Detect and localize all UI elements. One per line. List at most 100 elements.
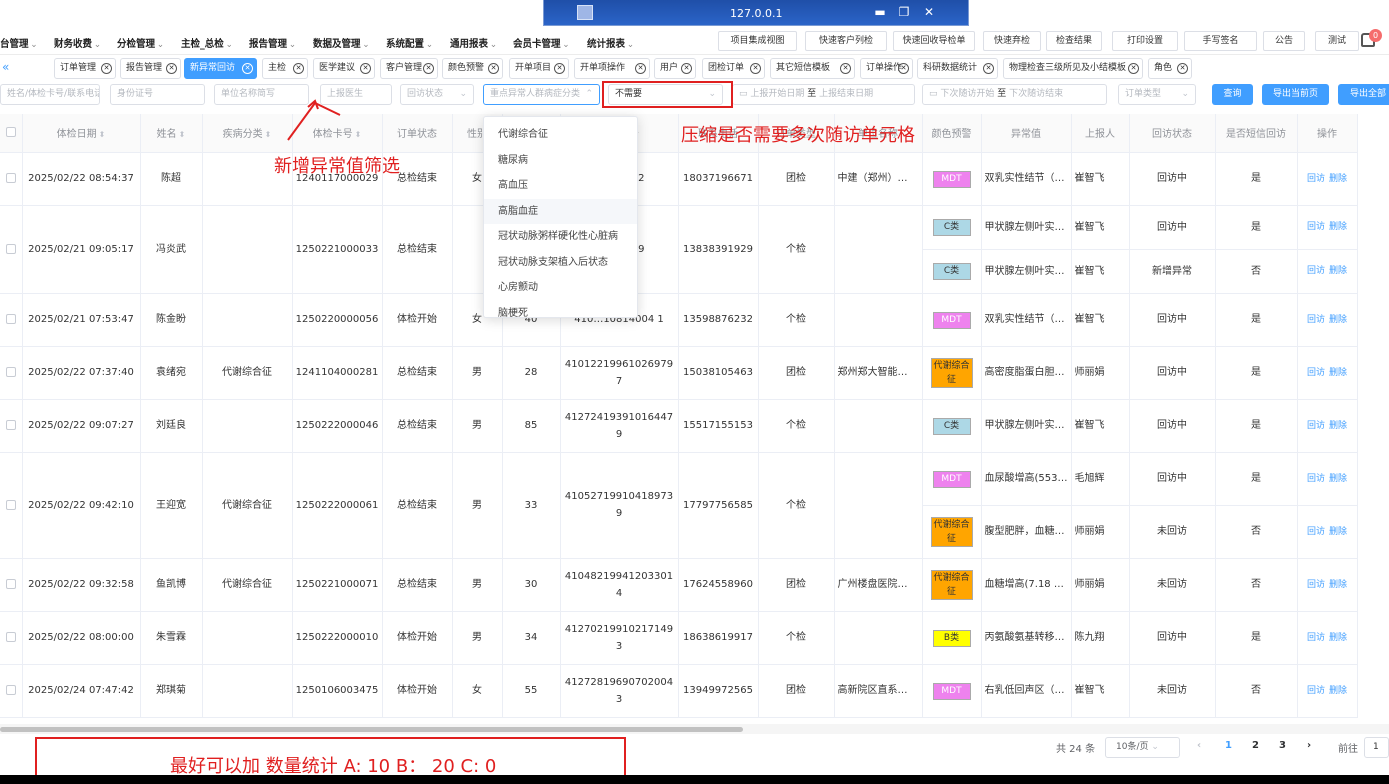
followup-link[interactable]: 回访 bbox=[1307, 174, 1325, 184]
tab-5[interactable]: 客户管理 ✕ bbox=[380, 58, 438, 79]
page-3[interactable]: 3 bbox=[1279, 740, 1286, 751]
tab-13[interactable]: 科研数据统计 ✕ bbox=[917, 58, 998, 79]
row-checkbox[interactable] bbox=[5, 173, 16, 183]
delete-link[interactable]: 删除 bbox=[1329, 527, 1347, 537]
restore-icon[interactable]: ❐ bbox=[896, 5, 912, 19]
report-date-range[interactable]: ▭ 上报开始日期 至 上报结束日期 bbox=[732, 84, 915, 105]
dropdown-option[interactable]: 脑梗死 bbox=[484, 301, 637, 326]
tab-9[interactable]: 用户 ✕ bbox=[654, 58, 696, 79]
tab-7[interactable]: 开单项目 ✕ bbox=[509, 58, 569, 79]
close-icon[interactable]: ✕ bbox=[554, 63, 565, 74]
goto-page-input[interactable]: 1 bbox=[1364, 737, 1389, 758]
close-icon[interactable]: ✕ bbox=[242, 63, 253, 74]
next-page-icon[interactable]: › bbox=[1307, 740, 1311, 751]
followup-link[interactable]: 回访 bbox=[1307, 315, 1325, 325]
tab-1[interactable]: 报告管理 ✕ bbox=[120, 58, 181, 79]
tabs-scroll-left-icon[interactable]: « bbox=[2, 60, 9, 74]
delete-link[interactable]: 删除 bbox=[1329, 474, 1347, 484]
delete-link[interactable]: 删除 bbox=[1329, 222, 1347, 232]
close-icon[interactable]: ✕ bbox=[635, 63, 646, 74]
delete-link[interactable]: 删除 bbox=[1329, 174, 1347, 184]
sort-icon[interactable]: ⬍ bbox=[179, 130, 186, 139]
tab-8[interactable]: 开单项操作 ✕ bbox=[574, 58, 650, 79]
close-icon[interactable]: ✕ bbox=[166, 63, 177, 74]
row-checkbox[interactable] bbox=[5, 243, 16, 254]
followup-link[interactable]: 回访 bbox=[1307, 368, 1325, 378]
menu-item[interactable]: 主检_总检 ⌄ bbox=[181, 35, 233, 50]
followup-link[interactable]: 回访 bbox=[1307, 474, 1325, 484]
order-type-select[interactable]: 订单类型 ⌄ bbox=[1118, 84, 1196, 105]
key-abnormal-select[interactable]: 重点异常人群病症分类 ⌃ bbox=[483, 84, 600, 105]
followup-status-select[interactable]: 回访状态 ⌄ bbox=[400, 84, 474, 105]
row-checkbox[interactable] bbox=[5, 499, 16, 510]
close-icon[interactable]: ✕ bbox=[1128, 63, 1139, 74]
prev-page-icon[interactable]: ‹ bbox=[1197, 740, 1201, 751]
row-checkbox[interactable] bbox=[5, 685, 16, 695]
toolbar-button[interactable]: 打印设置 bbox=[1112, 31, 1178, 51]
dropdown-option[interactable]: 糖尿病 bbox=[484, 148, 637, 173]
followup-link[interactable]: 回访 bbox=[1307, 222, 1325, 232]
row-checkbox[interactable] bbox=[5, 314, 16, 324]
dropdown-option[interactable]: 心房颤动 bbox=[484, 275, 637, 300]
sort-icon[interactable]: ⬍ bbox=[265, 130, 272, 139]
page-size-select[interactable]: 10条/页 ⌄ bbox=[1105, 737, 1180, 758]
delete-link[interactable]: 删除 bbox=[1329, 266, 1347, 276]
dropdown-option[interactable]: 高脂血症 bbox=[484, 198, 637, 224]
sort-icon[interactable]: ⬍ bbox=[355, 130, 362, 139]
row-checkbox[interactable] bbox=[5, 579, 16, 589]
close-icon[interactable]: ✕ bbox=[983, 63, 994, 74]
row-checkbox[interactable] bbox=[5, 367, 16, 377]
select-all-checkbox[interactable] bbox=[5, 127, 16, 138]
menu-item[interactable]: 会员卡管理 ⌄ bbox=[513, 35, 570, 50]
toolbar-button[interactable]: 手写签名 bbox=[1184, 31, 1257, 51]
tab-10[interactable]: 团检订单 ✕ bbox=[702, 58, 765, 79]
minimize-icon[interactable]: ▬ bbox=[872, 5, 888, 19]
close-icon[interactable]: ✕ bbox=[360, 63, 371, 74]
toolbar-button[interactable]: 检查结果 bbox=[1046, 31, 1102, 51]
export-page-button[interactable]: 导出当前页 bbox=[1262, 84, 1329, 105]
close-icon[interactable]: ✕ bbox=[488, 63, 499, 74]
menu-item[interactable]: 通用报表 ⌄ bbox=[450, 35, 497, 50]
menu-item[interactable]: 分检管理 ⌄ bbox=[117, 35, 164, 50]
page-1[interactable]: 1 bbox=[1225, 740, 1232, 751]
export-all-button[interactable]: 导出全部 bbox=[1338, 84, 1389, 105]
delete-link[interactable]: 删除 bbox=[1329, 686, 1347, 696]
page-2[interactable]: 2 bbox=[1252, 740, 1259, 751]
followup-link[interactable]: 回访 bbox=[1307, 266, 1325, 276]
followup-link[interactable]: 回访 bbox=[1307, 633, 1325, 643]
dropdown-option[interactable]: 代谢综合征 bbox=[484, 122, 637, 147]
row-checkbox[interactable] bbox=[5, 420, 16, 430]
tab-11[interactable]: 其它短信模板 ✕ bbox=[770, 58, 855, 79]
close-icon[interactable]: ✕ bbox=[1177, 63, 1188, 74]
next-followup-range[interactable]: ▭ 下次随访开始 至 下次随访结束 bbox=[922, 84, 1107, 105]
dropdown-option[interactable]: 高血压 bbox=[484, 173, 637, 198]
close-icon[interactable]: ✕ bbox=[840, 63, 851, 74]
followup-link[interactable]: 回访 bbox=[1307, 580, 1325, 590]
tab-12[interactable]: 订单操作 ✕ bbox=[860, 58, 913, 79]
close-icon[interactable]: ✕ bbox=[681, 63, 692, 74]
delete-link[interactable]: 删除 bbox=[1329, 315, 1347, 325]
idcard-input[interactable]: 身份证号 bbox=[110, 84, 205, 105]
toolbar-button[interactable]: 快速回收导检单 bbox=[893, 31, 975, 51]
sort-icon[interactable]: ⬍ bbox=[99, 130, 106, 139]
query-button[interactable]: 查询 bbox=[1212, 84, 1253, 105]
menu-item[interactable]: 台管理 ⌄ bbox=[0, 35, 38, 50]
tab-14[interactable]: 物理检查三级所见及小结模板 ✕ bbox=[1003, 58, 1143, 79]
delete-link[interactable]: 删除 bbox=[1329, 421, 1347, 431]
followup-link[interactable]: 回访 bbox=[1307, 527, 1325, 537]
close-icon[interactable]: ✕ bbox=[423, 63, 434, 74]
close-icon[interactable]: ✕ bbox=[750, 63, 761, 74]
delete-link[interactable]: 删除 bbox=[1329, 633, 1347, 643]
followup-link[interactable]: 回访 bbox=[1307, 421, 1325, 431]
close-icon[interactable]: ✕ bbox=[921, 5, 937, 19]
dropdown-option[interactable]: 冠状动脉支架植入后状态 bbox=[484, 250, 637, 275]
tab-2[interactable]: 新异常回访 ✕ bbox=[184, 58, 257, 79]
tab-6[interactable]: 颜色预警 ✕ bbox=[442, 58, 503, 79]
toolbar-button[interactable]: 公告 bbox=[1263, 31, 1305, 51]
tab-4[interactable]: 医学建议 ✕ bbox=[313, 58, 375, 79]
delete-link[interactable]: 删除 bbox=[1329, 580, 1347, 590]
name-search-input[interactable]: 姓名/体检卡号/联系电话 bbox=[0, 84, 100, 105]
menu-item[interactable]: 财务收费 ⌄ bbox=[54, 35, 101, 50]
row-checkbox[interactable] bbox=[5, 632, 16, 642]
toolbar-button[interactable]: 测试 bbox=[1315, 31, 1359, 51]
